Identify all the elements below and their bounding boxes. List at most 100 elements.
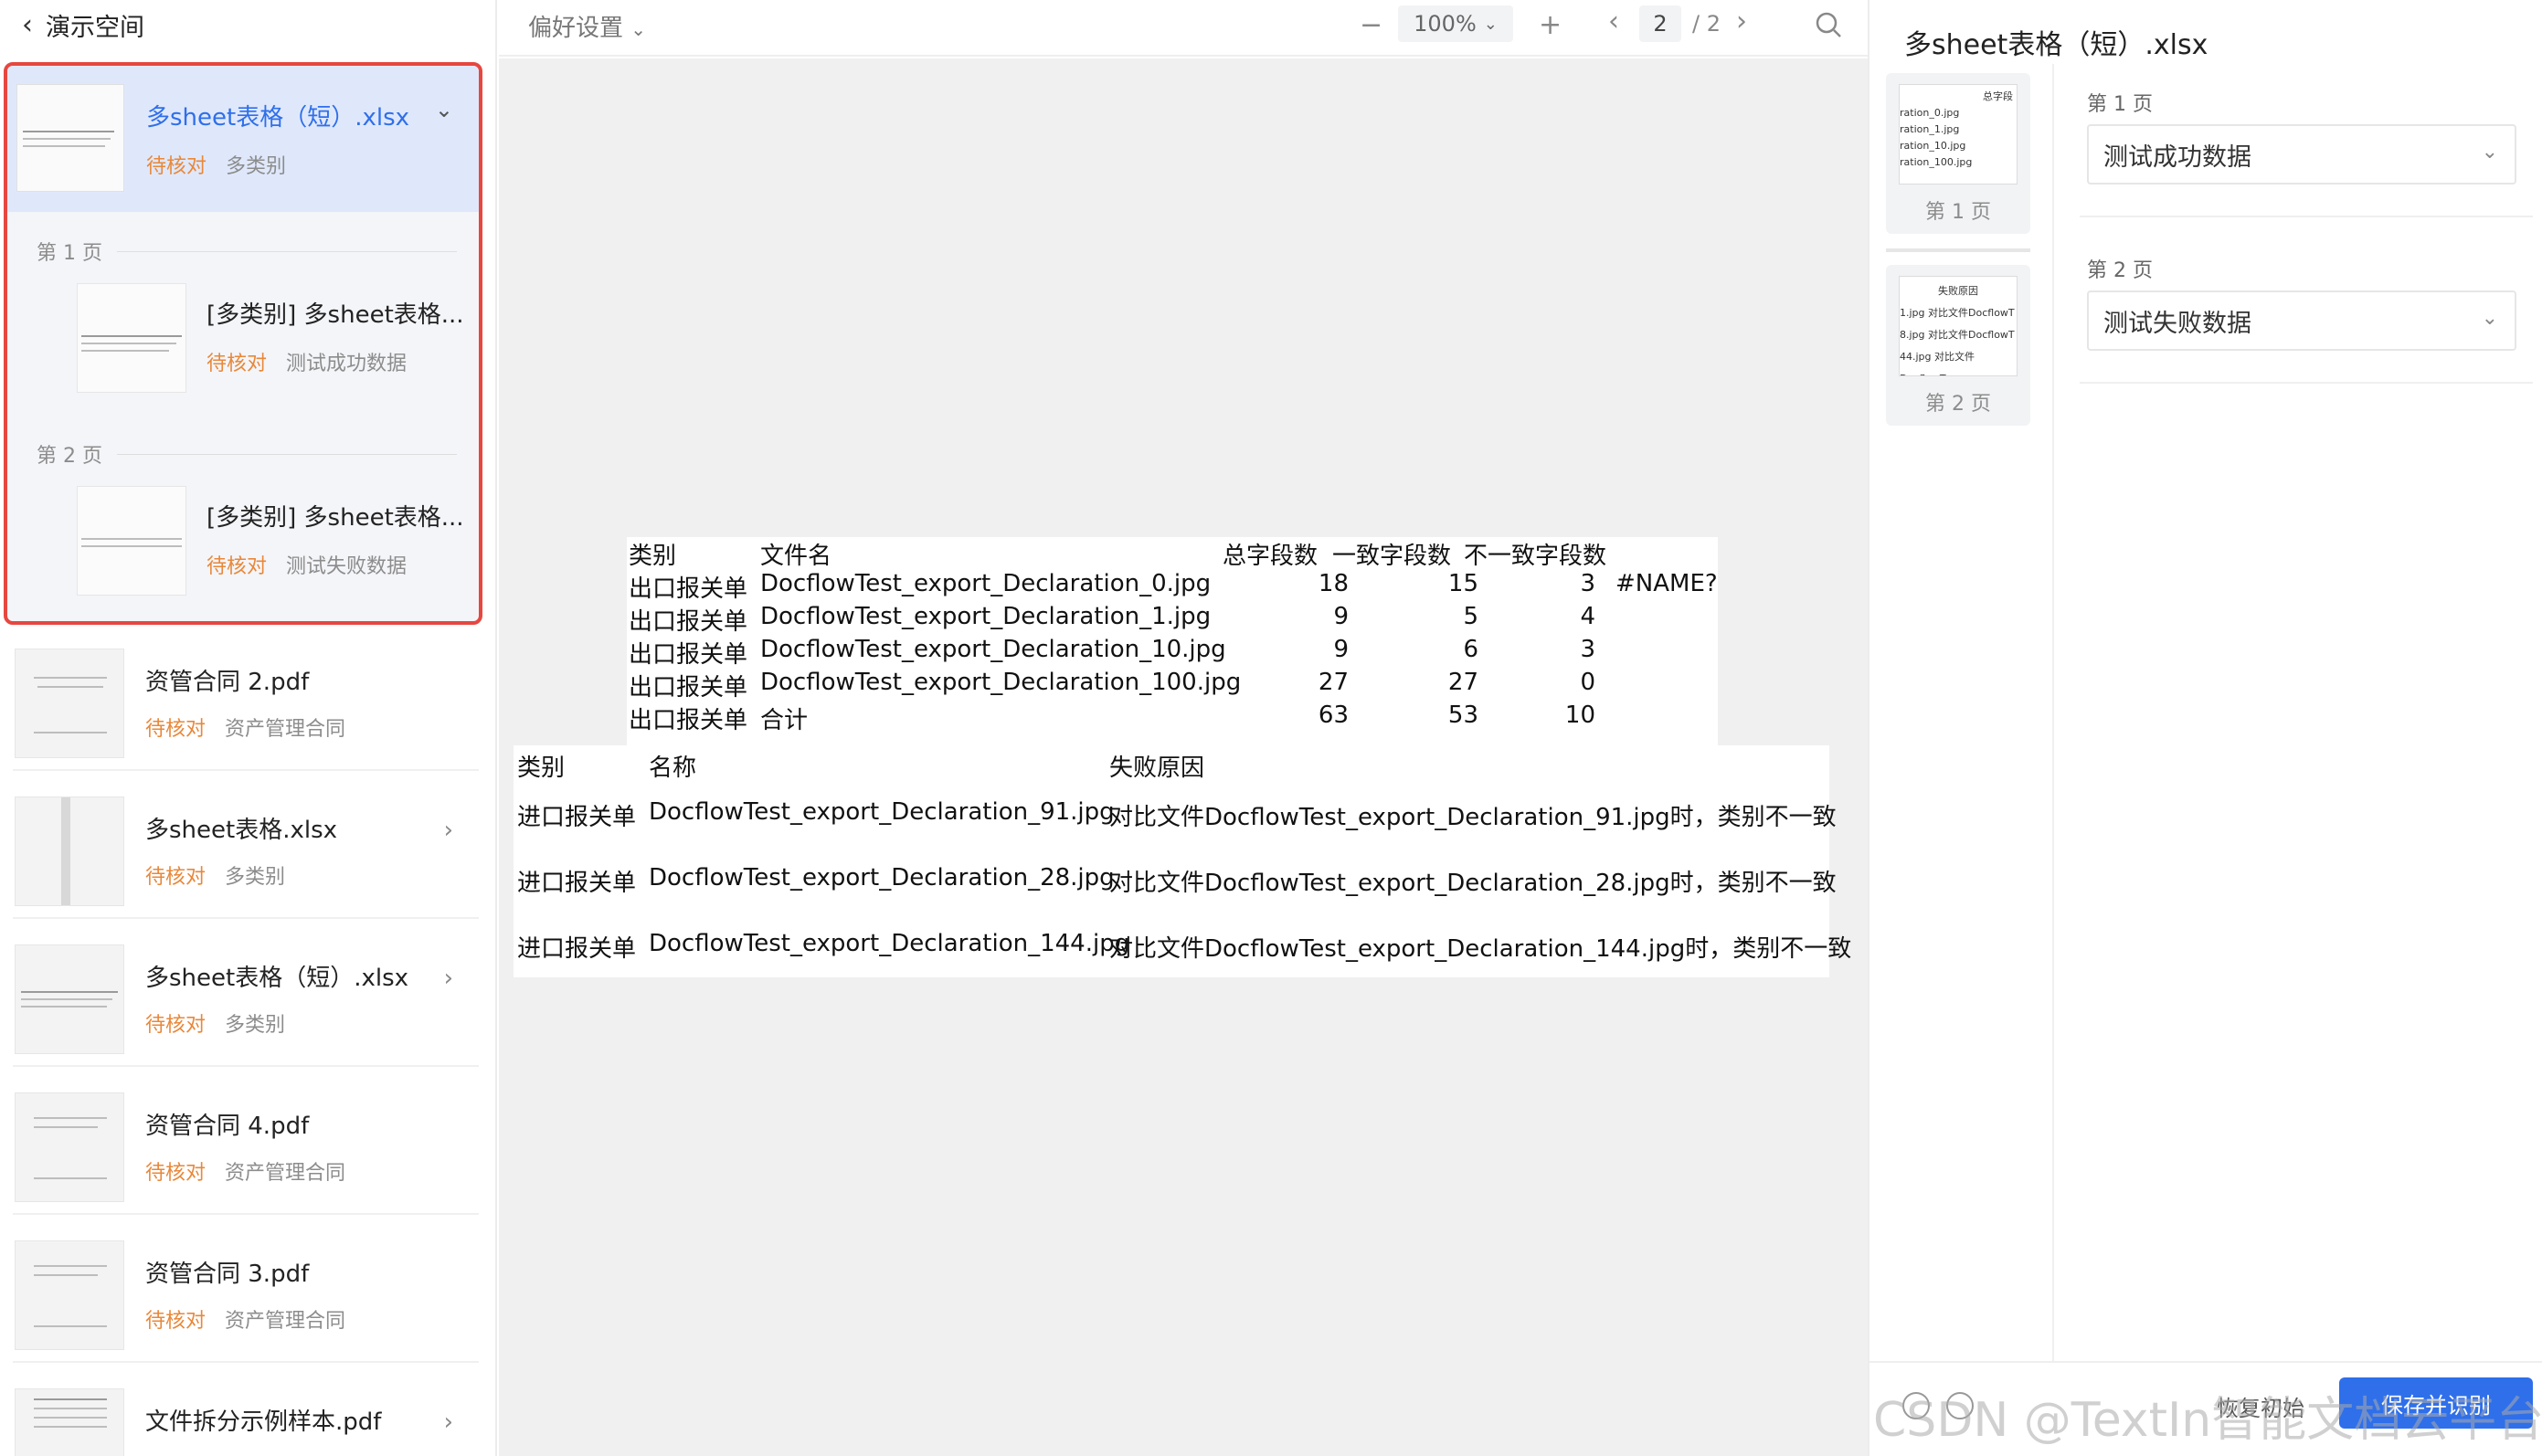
table-header: 名称 [649, 754, 697, 782]
file-item[interactable]: 多sheet表格.xlsx 待核对 多类别 › [13, 784, 479, 919]
category-label: 资产管理合同 [225, 1162, 346, 1185]
table-cell: DocflowTest_export_Declaration_144.jpg [649, 930, 1130, 957]
page-sub-item-1[interactable]: [多类别] 多sheet表格... 待核对 测试成功数据 [77, 283, 470, 396]
table-cell: 出口报关单 [629, 707, 748, 734]
sub-item-name: [多类别] 多sheet表格... [207, 504, 464, 532]
category-label: 多类别 [226, 155, 287, 178]
panel-divider [2052, 64, 2054, 1361]
category-label: 测试成功数据 [286, 353, 408, 375]
table-cell: 9 [1333, 636, 1349, 663]
sub-item-meta: 待核对 测试成功数据 [207, 347, 407, 376]
status-badge: 待核对 [207, 353, 268, 375]
help-icon[interactable] [1946, 1392, 1974, 1419]
zoom-value: 100% [1414, 11, 1477, 37]
zoom-out-button[interactable]: − [1360, 9, 1382, 41]
page-separator: 第 1 页 [37, 237, 457, 265]
file-name: 多sheet表格（短）.xlsx [145, 965, 409, 992]
back-button[interactable]: ‹ 演示空间 [0, 0, 495, 49]
page-number-input[interactable]: 2 [1639, 5, 1681, 42]
page-sub-item-2[interactable]: [多类别] 多sheet表格... 待核对 测试失败数据 [77, 486, 470, 599]
chevron-right-icon[interactable]: › [444, 1409, 453, 1436]
thumb-text: ration_10.jpg [1900, 140, 1966, 152]
file-meta [145, 1452, 158, 1456]
table-cell: 对比文件DocflowTest_export_Declaration_91.jp… [1109, 804, 1837, 831]
file-item[interactable]: 资管合同 2.pdf 待核对 资产管理合同 [13, 636, 479, 771]
page-thumb-2[interactable]: 失败原因 1.jpg 对比文件DocflowT 8.jpg 对比文件Docflo… [1886, 265, 2030, 426]
zoom-in-button[interactable]: + [1539, 9, 1562, 41]
divider [2080, 382, 2533, 384]
divider [2080, 216, 2533, 217]
file-thumbnail [15, 944, 124, 1054]
page-thumb-label: 第 2 页 [1925, 393, 1991, 416]
table-cell: 18 [1318, 570, 1349, 597]
chevron-left-icon: ‹ [22, 8, 33, 41]
table-cell: DocflowTest_export_Declaration_28.jpg [649, 864, 1115, 892]
table-cell: 出口报关单 [629, 674, 748, 702]
file-meta: 待核对 资产管理合同 [145, 1304, 345, 1334]
table-cell: DocflowTest_export_Declaration_1.jpg [760, 603, 1212, 630]
page-thumbnails: 总字段 ration_0.jpg ration_1.jpg ration_10.… [1886, 73, 2030, 438]
chevron-down-icon[interactable]: ⌄ [435, 97, 453, 122]
document-viewer: 类别 文件名 总字段数 一致字段数 不一致字段数 出口报关单 DocflowTe… [499, 58, 1868, 1456]
table-cell: 5 [1463, 603, 1478, 630]
prev-page-button[interactable]: ‹ [1608, 5, 1619, 37]
file-thumbnail [16, 84, 124, 192]
selected-file-item[interactable]: 多sheet表格（短）.xlsx 待核对 多类别 ⌄ [7, 66, 479, 212]
table-cell: 进口报关单 [517, 935, 637, 963]
table-cell: 3 [1580, 570, 1595, 597]
next-page-button[interactable]: › [1736, 5, 1747, 37]
preferences-label: 偏好设置 [528, 15, 624, 42]
table-cell: 27 [1318, 669, 1349, 696]
file-item[interactable]: 资管合同 3.pdf 待核对 资产管理合同 [13, 1228, 479, 1363]
zoom-select[interactable]: 100% ⌄ [1398, 5, 1513, 42]
file-item[interactable]: 文件拆分示例样本.pdf › [13, 1376, 479, 1456]
status-badge: 待核对 [145, 718, 207, 741]
chevron-right-icon[interactable]: › [444, 817, 453, 844]
page-thumbnail [77, 283, 186, 393]
chevron-right-icon[interactable]: › [444, 965, 453, 992]
file-meta: 待核对 资产管理合同 [145, 712, 345, 742]
thumb-text: 总字段 [1983, 90, 2013, 102]
chevron-down-icon: ⌄ [1483, 14, 1498, 34]
file-name: 资管合同 3.pdf [145, 1261, 310, 1288]
status-badge: 待核对 [145, 1162, 207, 1185]
table-header: 类别 [629, 543, 677, 570]
save-and-recognize-button[interactable]: 保存并识别 [2339, 1377, 2533, 1429]
category-select-page-1[interactable]: 测试成功数据 ⌄ [2087, 124, 2516, 185]
category-label: 资产管理合同 [225, 718, 346, 741]
table-cell: 4 [1580, 603, 1595, 630]
table-cell: 出口报关单 [629, 575, 748, 603]
table-cell: 对比文件DocflowTest_export_Declaration_144.j… [1109, 935, 1852, 963]
table-header: 类别 [517, 754, 566, 782]
reset-button[interactable]: 恢复初始 [2217, 1390, 2304, 1422]
file-item[interactable]: 多sheet表格（短）.xlsx 待核对 多类别 › [13, 932, 479, 1067]
thumb-text: 8.jpg 对比文件DocflowT [1900, 329, 2015, 341]
table-cell: 3 [1580, 636, 1595, 663]
file-meta: 待核对 多类别 [145, 860, 285, 890]
right-panel: 多sheet表格（短）.xlsx 总字段 ration_0.jpg ration… [1868, 0, 2542, 1456]
page-separator: 第 2 页 [37, 440, 457, 468]
sub-item-meta: 待核对 测试失败数据 [207, 550, 407, 579]
category-label: 多类别 [225, 866, 286, 889]
thumb-text: 失败原因 [1938, 285, 1978, 297]
table-cell: 出口报关单 [629, 608, 748, 636]
search-icon[interactable] [1815, 11, 1842, 42]
table-cell: 63 [1318, 702, 1349, 729]
table-cell: 10 [1564, 702, 1595, 729]
file-name: 资管合同 2.pdf [145, 669, 310, 696]
file-thumbnail [15, 1092, 124, 1202]
thumb-text: 1.jpg 对比文件DocflowT [1900, 307, 2015, 319]
table-header: 总字段数 [1223, 543, 1319, 570]
category-select-page-2[interactable]: 测试失败数据 ⌄ [2087, 290, 2516, 351]
page-thumb-1[interactable]: 总字段 ration_0.jpg ration_1.jpg ration_10.… [1886, 73, 2030, 234]
panel-footer: 恢复初始 保存并识别 [1869, 1361, 2542, 1456]
preferences-dropdown[interactable]: 偏好设置 ⌄ [528, 9, 646, 43]
select-value: 测试成功数据 [2103, 142, 2251, 172]
info-icon[interactable] [1902, 1392, 1930, 1419]
page-label: 第 1 页 [37, 242, 102, 265]
thumb-text: ration_1.jpg [1900, 123, 1960, 135]
table-cell: 15 [1447, 570, 1478, 597]
select-value: 测试失败数据 [2103, 309, 2251, 338]
file-item[interactable]: 资管合同 4.pdf 待核对 资产管理合同 [13, 1080, 479, 1215]
table-cell: 合计 [760, 707, 809, 734]
